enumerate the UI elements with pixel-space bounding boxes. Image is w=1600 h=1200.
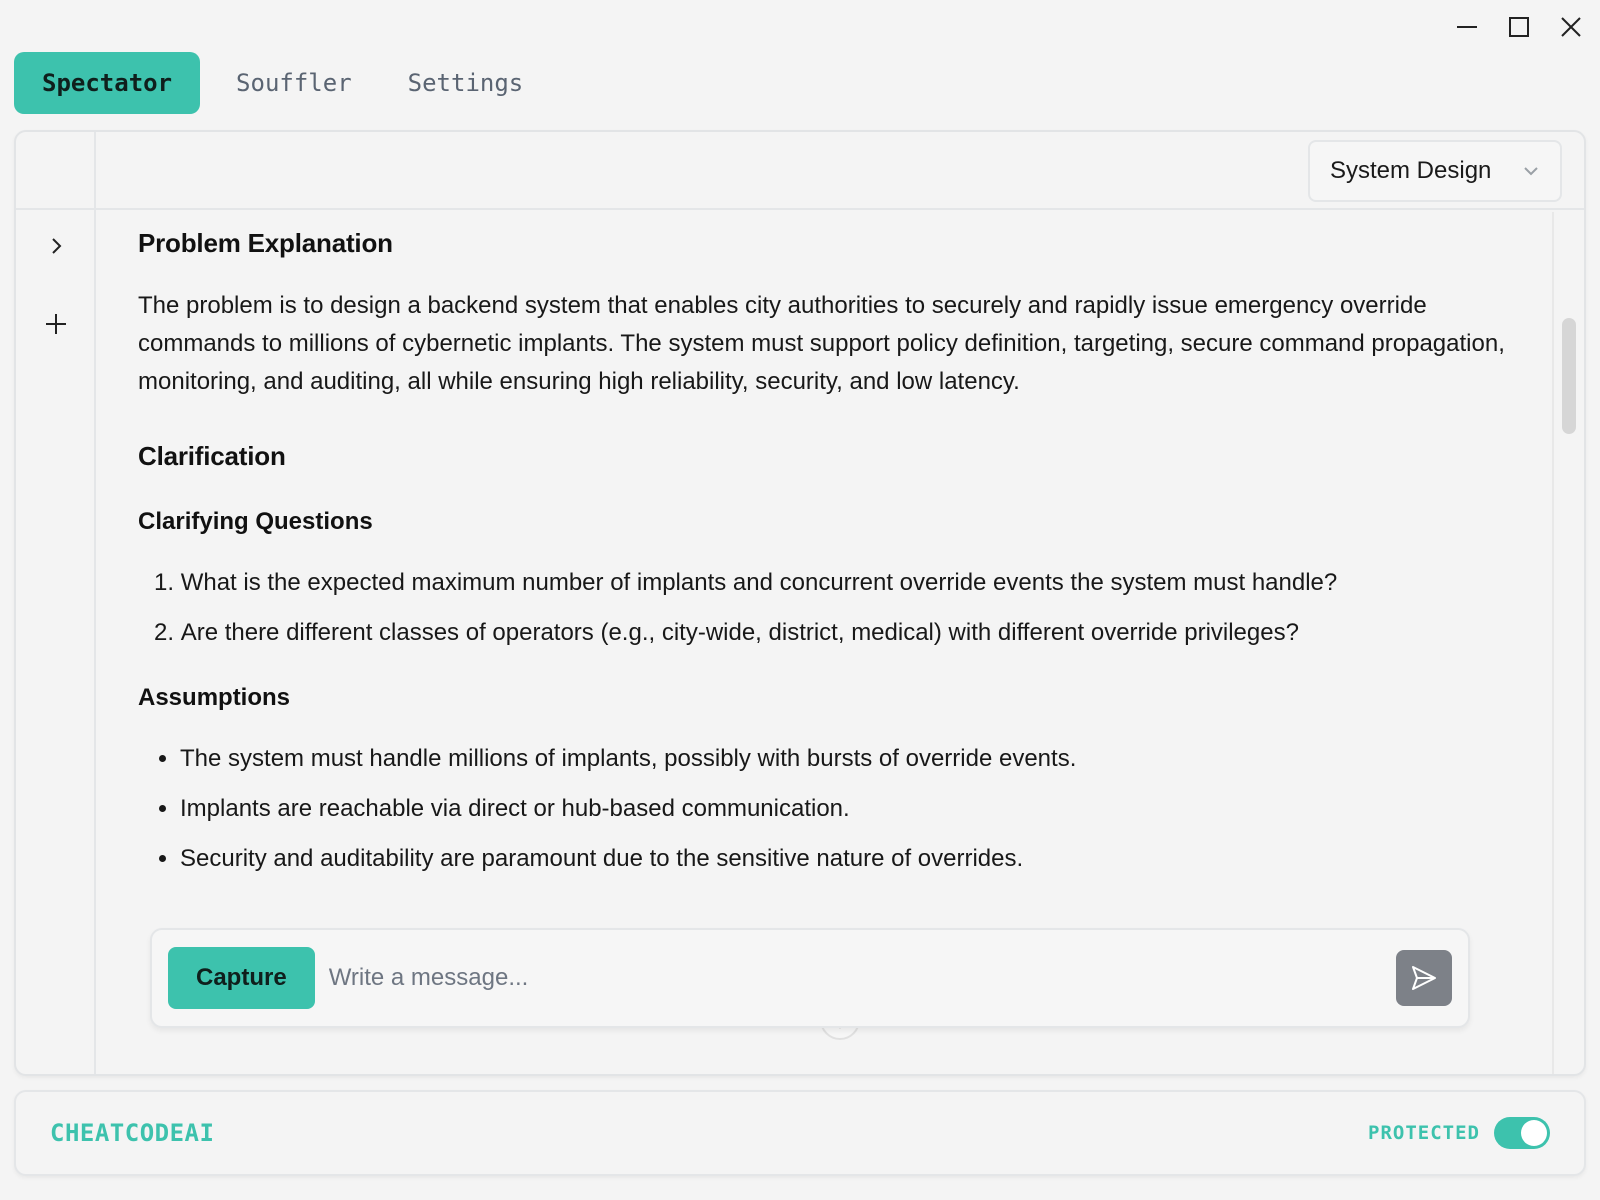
problem-heading: Problem Explanation [138, 228, 393, 258]
minimize-button[interactable] [1452, 12, 1482, 42]
scrollbar-track[interactable] [1552, 212, 1584, 1074]
plus-icon [46, 314, 66, 334]
chevron-down-icon [1524, 167, 1538, 176]
new-chat-button[interactable] [38, 306, 74, 342]
expand-sidebar-button[interactable] [38, 228, 74, 264]
brand-logo-text: CHEATCODEAI [50, 1119, 215, 1147]
chevron-right-icon [52, 238, 62, 254]
send-icon [1412, 966, 1436, 990]
tab-settings[interactable]: Settings [380, 52, 552, 114]
tab-souffler[interactable]: Souffler [208, 52, 380, 114]
assumptions-heading: Assumptions [138, 684, 291, 711]
content-top-bar: System Design [96, 132, 1584, 210]
left-rail [16, 132, 96, 1074]
tab-spectator[interactable]: Spectator [14, 52, 201, 114]
message-composer: Capture [150, 928, 1470, 1028]
list-item: The system must handle millions of impla… [180, 740, 1512, 778]
clarifying-questions-heading: Clarifying Questions [138, 508, 373, 535]
list-item: Are there different classes of operators… [154, 614, 1512, 652]
close-button[interactable] [1556, 12, 1586, 42]
toggle-knob [1521, 1120, 1547, 1146]
protected-label: PROTECTED [1368, 1122, 1480, 1144]
window-controls [1452, 12, 1586, 42]
problem-text: The problem is to design a backend syste… [138, 292, 1505, 395]
tab-bar: Spectator Souffler Settings [14, 52, 551, 114]
status-footer: CHEATCODEAI PROTECTED [14, 1090, 1586, 1176]
scrollbar-thumb[interactable] [1562, 318, 1576, 434]
maximize-button[interactable] [1504, 12, 1534, 42]
list-item: What is the expected maximum number of i… [154, 564, 1512, 602]
capture-button[interactable]: Capture [168, 947, 315, 1009]
minimize-icon [1457, 26, 1477, 28]
maximize-icon [1509, 17, 1529, 37]
assumptions-list: The system must handle millions of impla… [180, 740, 1512, 878]
send-button[interactable] [1396, 950, 1452, 1006]
list-item: Implants are reachable via direct or hub… [180, 790, 1512, 828]
list-item: Security and auditability are paramount … [180, 840, 1512, 878]
message-input[interactable] [328, 948, 1396, 1008]
mode-select-value: System Design [1330, 157, 1492, 184]
clarification-heading: Clarification [138, 441, 286, 471]
close-icon [1561, 17, 1581, 37]
main-panel: System Design Problem Explanation The pr… [14, 130, 1586, 1076]
mode-select[interactable]: System Design [1308, 140, 1562, 202]
questions-list: What is the expected maximum number of i… [154, 564, 1512, 652]
protected-toggle[interactable] [1494, 1117, 1550, 1149]
